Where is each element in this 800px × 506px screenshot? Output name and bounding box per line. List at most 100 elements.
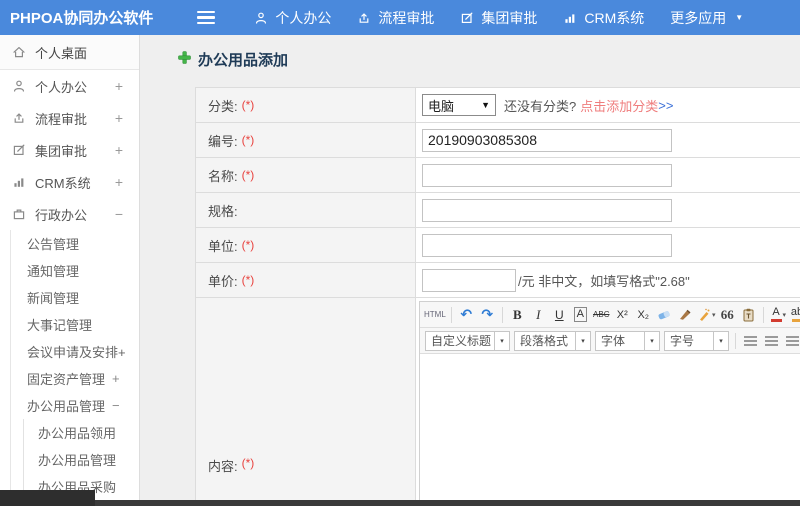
sidebar-item-news-mgmt[interactable]: 新闻管理 — [11, 284, 139, 311]
sidebar-item-supplies-requisition[interactable]: 办公用品领用 — [24, 419, 139, 446]
font-style-button[interactable]: A — [571, 304, 590, 325]
add-plus-icon — [178, 50, 191, 69]
category-select[interactable]: 电脑 ▼ — [422, 94, 496, 116]
required-mark: (*) — [241, 168, 255, 182]
required-mark: (*) — [241, 456, 255, 470]
sidebar-item-workflow-approval[interactable]: 流程审批 + — [0, 102, 139, 134]
edit-icon — [12, 143, 26, 157]
add-category-link[interactable]: 点击添加分类 — [580, 96, 658, 115]
caret-down-icon: ▾ — [713, 331, 728, 350]
form-row-category: 分类: (*) 电脑 ▼ 还没有分类? 点击添加分类 >> — [196, 88, 800, 123]
toolbar-separator — [735, 332, 736, 349]
highlight-pen-icon[interactable]: ▾ — [697, 304, 716, 325]
select-caret-icon: ▼ — [481, 100, 490, 110]
add-supplies-form: 分类: (*) 电脑 ▼ 还没有分类? 点击添加分类 >> 编号: (*) 20… — [195, 87, 800, 506]
expand-plus: + — [114, 78, 123, 94]
menu-icon[interactable] — [197, 10, 216, 25]
code-input[interactable] — [422, 128, 672, 152]
add-category-link-arrows[interactable]: >> — [658, 98, 673, 113]
blockquote-button[interactable]: 66 — [718, 304, 737, 325]
rich-text-editor: HTML ↶ ↷ B I U A ABC X² X₂ ▾ 66 A ▾ a 自定… — [419, 301, 800, 506]
admin-submenu: 公告管理 通知管理 新闻管理 大事记管理 会议申请及安排+ 固定资产管理 + 办… — [10, 230, 139, 500]
editor-toolbar-row-1: HTML ↶ ↷ B I U A ABC X² X₂ ▾ 66 A ▾ a — [420, 302, 800, 328]
paragraph-format-combo[interactable]: 段落格式 ▾ — [514, 330, 591, 351]
required-mark: (*) — [241, 133, 255, 147]
sidebar-item-notice-mgmt[interactable]: 通知管理 — [11, 257, 139, 284]
sidebar-item-meeting-request[interactable]: 会议申请及安排+ — [11, 338, 139, 365]
bar-chart-icon — [563, 11, 577, 25]
underline-button[interactable]: U — [550, 304, 569, 325]
custom-title-combo[interactable]: 自定义标题 ▾ — [425, 330, 510, 351]
user-icon — [254, 11, 268, 25]
toolbar-separator — [450, 306, 452, 323]
sidebar-item-announcement-mgmt[interactable]: 公告管理 — [11, 230, 139, 257]
undo-button[interactable]: ↶ — [457, 304, 476, 325]
editor-toolbar-row-2: 自定义标题▾ 段落格式▾ 字体▾ 字号▾ ∞ — [420, 328, 800, 354]
price-input[interactable] — [422, 268, 516, 292]
nav-workflow-approval[interactable]: 流程审批 — [344, 0, 447, 35]
no-category-hint: 还没有分类? — [504, 98, 577, 114]
source-code-button[interactable]: HTML — [424, 304, 446, 325]
subscript-button[interactable]: X₂ — [634, 304, 653, 325]
font-size-combo[interactable]: 字号 ▾ — [664, 330, 729, 351]
required-mark: (*) — [241, 273, 255, 287]
page-title: 办公用品添加 — [198, 52, 289, 69]
name-input[interactable] — [422, 163, 672, 187]
nav-group-approval[interactable]: 集团审批 — [447, 0, 550, 35]
unit-input[interactable] — [422, 233, 672, 257]
nav-label: 流程审批 — [378, 9, 435, 26]
content-label: 内容: — [208, 459, 238, 474]
top-nav: 个人办公 流程审批 集团审批 CRM系统 更多应用 ▼ — [241, 0, 756, 35]
code-label: 编号: — [208, 133, 238, 149]
nav-crm-system[interactable]: CRM系统 — [550, 0, 657, 35]
nav-personal-office[interactable]: 个人办公 — [241, 0, 344, 35]
required-mark: (*) — [241, 98, 255, 112]
align-right-icon[interactable] — [783, 330, 800, 351]
superscript-button[interactable]: X² — [613, 304, 632, 325]
page-title-bar: 办公用品添加 — [140, 35, 800, 70]
eraser-icon[interactable] — [655, 304, 674, 325]
nav-label: 集团审批 — [481, 9, 538, 26]
align-left-icon[interactable] — [741, 330, 760, 351]
italic-button[interactable]: I — [529, 304, 548, 325]
caret-down-icon: ▾ — [644, 331, 659, 350]
collapse-minus: − — [114, 206, 123, 222]
format-painter-icon[interactable] — [676, 304, 695, 325]
price-label: 单价: — [208, 273, 238, 289]
background-color-button[interactable]: ab▾ — [790, 304, 800, 325]
sidebar-item-personal-office[interactable]: 个人办公 + — [0, 70, 139, 102]
supplies-submenu: 办公用品领用 办公用品管理 办公用品采购 — [23, 419, 139, 500]
sidebar-item-crm[interactable]: CRM系统 + — [0, 166, 139, 198]
form-row-name: 名称: (*) — [196, 158, 800, 193]
sidebar-item-supplies-management[interactable]: 办公用品管理 — [24, 446, 139, 473]
spec-label: 规格: — [208, 203, 238, 219]
price-format-hint: /元 非中文，如填写格式"2.68" — [518, 273, 690, 289]
strikethrough-button[interactable]: ABC — [592, 304, 611, 325]
editor-content-area[interactable] — [420, 354, 800, 506]
sidebar: 个人桌面 个人办公 + 流程审批 + 集团审批 + CRM系统 + 行政办公 −… — [0, 35, 140, 506]
align-center-icon[interactable] — [762, 330, 781, 351]
font-color-button[interactable]: A ▾ — [769, 304, 788, 325]
sidebar-item-group-approval[interactable]: 集团审批 + — [0, 134, 139, 166]
user-icon — [12, 79, 26, 93]
sidebar-item-admin-office[interactable]: 行政办公 − — [0, 198, 139, 230]
collapse-minus: − — [112, 398, 120, 413]
caret-down-icon: ▾ — [575, 331, 590, 350]
redo-button[interactable]: ↷ — [478, 304, 497, 325]
sidebar-item-fixed-assets-mgmt[interactable]: 固定资产管理 + — [11, 365, 139, 392]
app-logo: PHPOA协同办公软件 — [10, 10, 154, 27]
nav-label: CRM系统 — [584, 9, 645, 26]
sidebar-item-memorabilia-mgmt[interactable]: 大事记管理 — [11, 311, 139, 338]
spec-input[interactable] — [422, 198, 672, 222]
main-content: 办公用品添加 分类: (*) 电脑 ▼ 还没有分类? 点击添加分类 >> 编号:… — [140, 35, 800, 506]
sidebar-item-desktop[interactable]: 个人桌面 — [0, 35, 139, 70]
form-row-spec: 规格: — [196, 193, 800, 228]
sidebar-item-office-supplies-mgmt[interactable]: 办公用品管理 − — [11, 392, 139, 419]
bold-button[interactable]: B — [508, 304, 527, 325]
sidebar-item-label: CRM系统 — [35, 175, 91, 191]
paste-icon[interactable] — [739, 304, 758, 325]
nav-label: 个人办公 — [275, 9, 332, 26]
caret-down-icon: ▾ — [494, 331, 509, 350]
nav-more-apps[interactable]: 更多应用 ▼ — [657, 0, 756, 35]
font-family-combo[interactable]: 字体 ▾ — [595, 330, 660, 351]
